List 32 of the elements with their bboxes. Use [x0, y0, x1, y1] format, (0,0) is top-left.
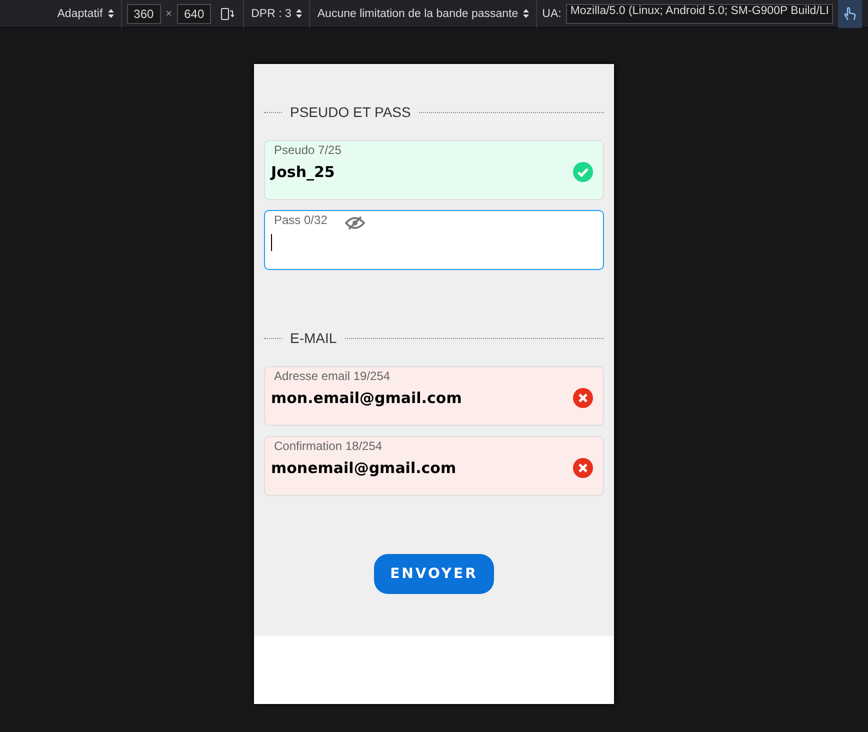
field-value: mon.email@gmail.com: [271, 389, 462, 407]
text-cursor: [271, 234, 272, 250]
touch-simulation-button[interactable]: [838, 0, 862, 28]
text-field[interactable]: Pseudo 7/25 Josh_25: [264, 140, 604, 200]
field-label: Adresse email 19/254: [274, 368, 390, 382]
rotate-icon[interactable]: [220, 6, 234, 20]
field-value: Josh_25: [271, 163, 335, 181]
section-heading: PSEUDO ET PASS: [290, 104, 411, 120]
field-label: Pass 0/32: [274, 212, 328, 226]
eye-off-icon[interactable]: [345, 216, 366, 230]
up-down-arrows-icon: [108, 9, 114, 18]
check-icon: [573, 162, 593, 182]
up-down-arrows-icon: [296, 9, 302, 18]
submit-button[interactable]: ENVOYER: [374, 554, 494, 594]
error-icon: [573, 388, 593, 408]
ua-label: UA:: [542, 8, 562, 20]
responsive-mode-select[interactable]: Adaptatif: [55, 8, 116, 20]
section-heading: E-MAIL: [290, 330, 337, 346]
error-icon: [573, 458, 593, 478]
up-down-arrows-icon: [523, 9, 530, 18]
field-value: monemail@gmail.com: [271, 459, 456, 477]
text-field[interactable]: Adresse email 19/254 mon.email@gmail.com: [264, 366, 604, 426]
width-field[interactable]: 360: [126, 4, 161, 24]
height-field[interactable]: 640: [177, 4, 212, 24]
text-field[interactable]: Pass 0/32: [264, 210, 604, 270]
throttling-select[interactable]: Aucune limitation de la bande passante: [315, 8, 532, 20]
dpr-select[interactable]: DPR : 3: [249, 8, 304, 20]
text-field[interactable]: Confirmation 18/254 monemail@gmail.com: [264, 436, 604, 496]
field-label: Confirmation 18/254: [274, 438, 382, 452]
field-label: Pseudo 7/25: [274, 142, 342, 156]
times-sign: ×: [166, 8, 172, 20]
user-agent-field[interactable]: Mozilla/5.0 (Linux; Android 5.0; SM-G900P Build/LI: [566, 4, 833, 24]
